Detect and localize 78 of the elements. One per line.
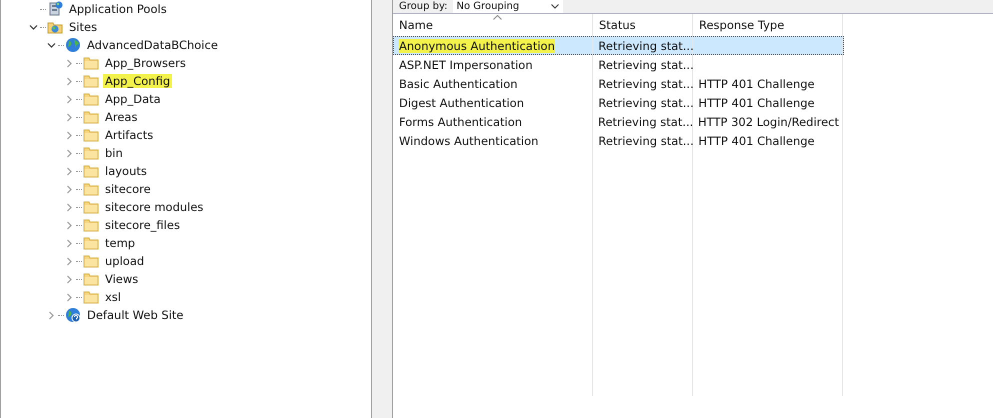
table-cell: Retrieving stat...: [598, 115, 694, 129]
list-row[interactable]: Digest Authentication Retrieving stat... HTTP 401 Challenge: [393, 93, 844, 112]
expand-icon[interactable]: [65, 292, 74, 302]
folder-icon: [83, 271, 99, 287]
table-cell: Forms Authentication: [399, 115, 522, 129]
table-cell: ASP.NET Impersonation: [399, 58, 533, 72]
table-cell: HTTP 302 Login/Redirect: [698, 115, 840, 129]
chevron-down-icon: [550, 4, 559, 9]
expand-icon[interactable]: [65, 220, 74, 230]
tree-item[interactable]: Areas: [103, 110, 140, 124]
tree-item[interactable]: Application Pools: [67, 2, 169, 16]
expand-icon[interactable]: [47, 310, 56, 320]
folder-icon: [83, 235, 99, 251]
table-cell: Retrieving stat...: [598, 96, 694, 110]
table-cell: HTTP 401 Challenge: [698, 96, 815, 110]
tree-item[interactable]: bin: [103, 146, 125, 160]
table-cell: Retrieving stat...: [598, 39, 694, 53]
table-cell: HTTP 401 Challenge: [698, 134, 815, 148]
expand-icon[interactable]: [65, 238, 74, 248]
tree-item[interactable]: upload: [103, 254, 146, 268]
tree-item[interactable]: Views: [103, 272, 140, 286]
expand-icon[interactable]: [65, 166, 74, 176]
list-row[interactable]: ASP.NET Impersonation Retrieving stat...: [393, 55, 844, 74]
tree-item[interactable]: Default Web Site: [85, 308, 186, 322]
folder-icon: [83, 181, 99, 197]
server-icon: [47, 1, 63, 17]
folder-icon: [83, 253, 99, 269]
expand-icon[interactable]: [65, 148, 74, 158]
group-by-dropdown[interactable]: No Grouping: [452, 0, 563, 13]
folder-icon: [83, 163, 99, 179]
expand-icon[interactable]: [65, 202, 74, 212]
tree-item[interactable]: AdvancedDataBChoice: [85, 38, 220, 52]
folder-icon: [83, 73, 99, 89]
folder-icon: [83, 199, 99, 215]
table-cell: Anonymous Authentication: [399, 39, 555, 53]
tree-item[interactable]: xsl: [103, 290, 123, 304]
tree-item[interactable]: sitecore: [103, 182, 153, 196]
table-cell: Digest Authentication: [399, 96, 524, 110]
table-cell: Basic Authentication: [399, 77, 518, 91]
collapse-icon[interactable]: [29, 22, 38, 32]
tree-item[interactable]: sitecore modules: [103, 200, 206, 214]
tree-item[interactable]: sitecore_files: [103, 218, 182, 232]
expand-icon[interactable]: [65, 130, 74, 140]
expand-icon[interactable]: [65, 76, 74, 86]
folder-icon: [83, 289, 99, 305]
expand-icon[interactable]: [65, 94, 74, 104]
expand-icon[interactable]: [65, 256, 74, 266]
tree-item[interactable]: Sites: [67, 20, 100, 34]
tree-item[interactable]: App_Config: [103, 74, 172, 88]
expand-icon[interactable]: [65, 274, 74, 284]
table-cell: Retrieving stat...: [598, 77, 694, 91]
tree-item[interactable]: App_Data: [103, 92, 163, 106]
table-cell: Retrieving stat...: [598, 134, 694, 148]
list-row[interactable]: Basic Authentication Retrieving stat... HTTP 401 Challenge: [393, 74, 844, 93]
list-row[interactable]: Anonymous Authentication Retrieving stat...: [393, 36, 844, 55]
table-cell: HTTP 401 Challenge: [698, 77, 815, 91]
sort-ascending-icon: [493, 15, 502, 20]
collapse-icon[interactable]: [47, 40, 56, 50]
folder-icon: [83, 145, 99, 161]
tree-item[interactable]: App_Browsers: [103, 56, 188, 70]
globe-help-icon: [65, 307, 81, 323]
globe-icon: [65, 37, 81, 53]
folder-icon: [83, 217, 99, 233]
expand-icon[interactable]: [65, 184, 74, 194]
tree-item[interactable]: Artifacts: [103, 128, 156, 142]
group-by-label: Group by:: [399, 0, 448, 13]
folder-icon: [83, 91, 99, 107]
list-row[interactable]: Forms Authentication Retrieving stat... HTTP 302 Login/Redirect: [393, 112, 844, 131]
table-cell: Windows Authentication: [399, 134, 538, 148]
table-cell: Retrieving stat...: [598, 58, 694, 72]
folder-icon: [83, 127, 99, 143]
folder-icon: [83, 109, 99, 125]
tree-item[interactable]: layouts: [103, 164, 149, 178]
expand-icon[interactable]: [65, 58, 74, 68]
tree-item[interactable]: temp: [103, 236, 138, 250]
list-row[interactable]: Windows Authentication Retrieving stat... HTTP 401 Challenge: [393, 131, 844, 150]
expand-icon[interactable]: [65, 112, 74, 122]
folder-icon: [83, 55, 99, 71]
